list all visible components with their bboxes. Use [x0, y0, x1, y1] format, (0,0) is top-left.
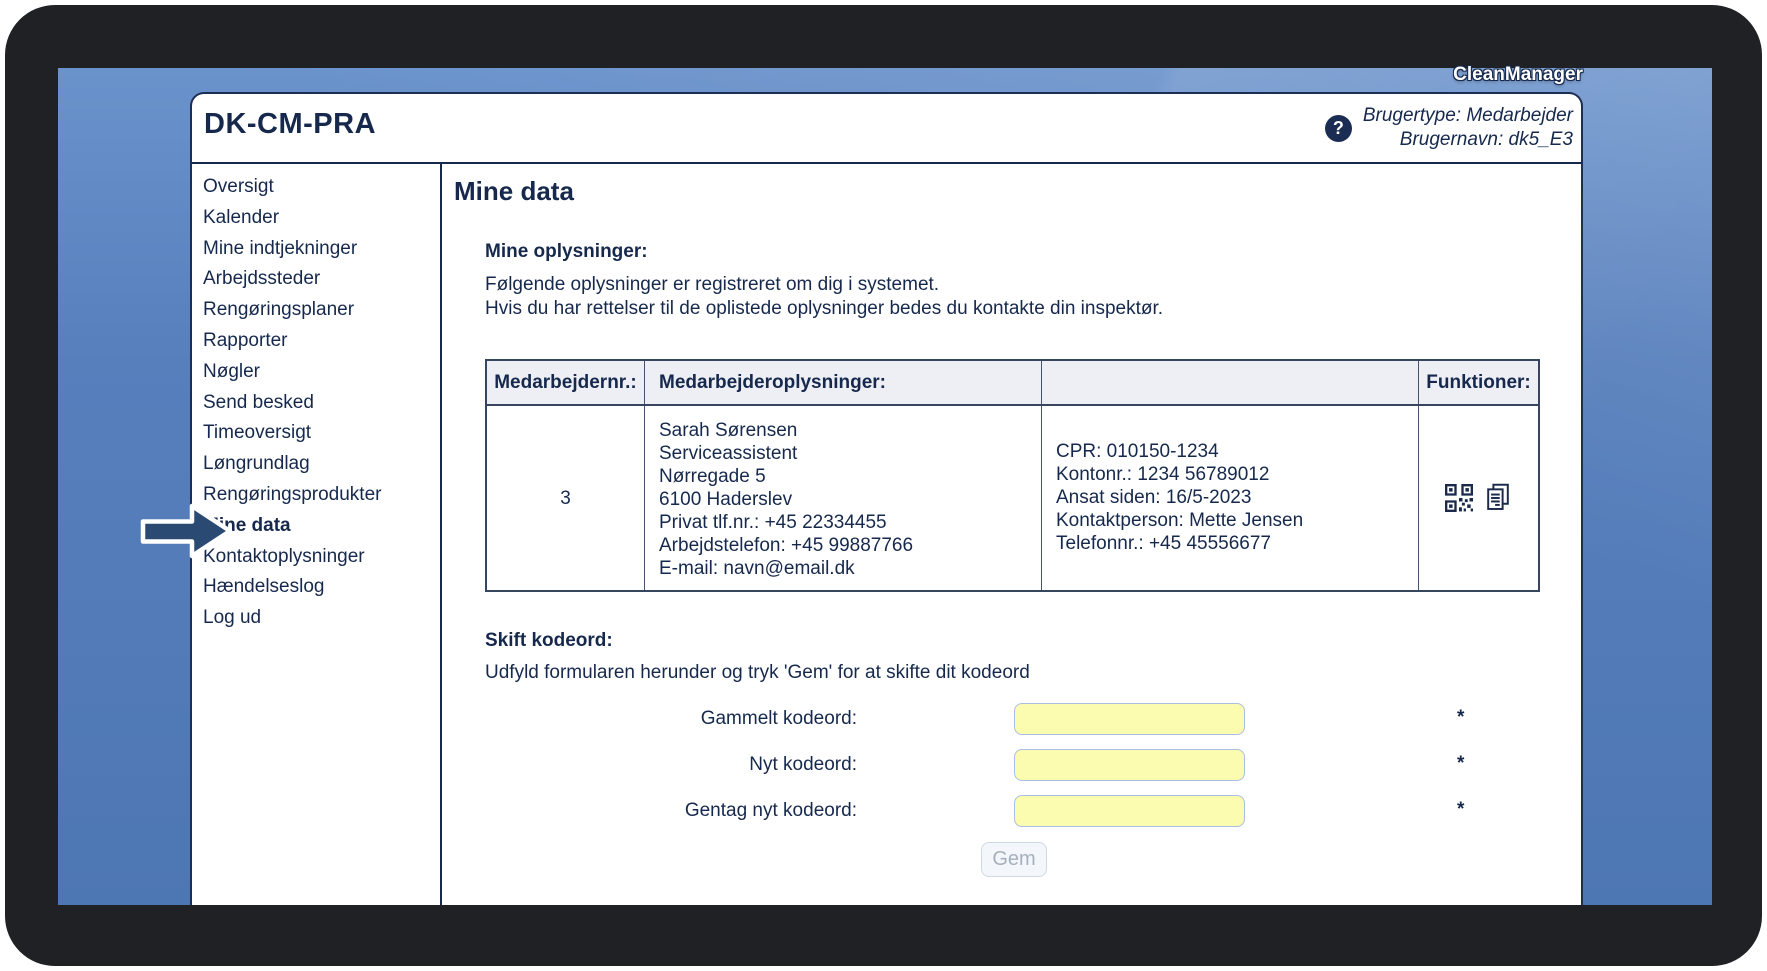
required-marker: * [1457, 799, 1465, 820]
header-funktioner: Funktioner: [1418, 361, 1538, 404]
employee-table: Medarbejdernr.: Medarbejderoplysninger: … [485, 359, 1540, 592]
sidebar-item-kontaktoplysninger[interactable]: Kontaktoplysninger [203, 542, 436, 573]
new-password-input[interactable] [1014, 749, 1245, 781]
app-window: DK-CM-PRA ? Brugertype: Medarbejder Brug… [190, 92, 1583, 905]
table-row: 3 Sarah Sørensen Serviceassistent Nørreg… [487, 406, 1538, 590]
employee-details: Sarah Sørensen Serviceassistent Nørregad… [644, 406, 1041, 590]
user-name-label: Brugernavn: dk5_E3 [1399, 129, 1573, 150]
repeat-password-input[interactable] [1014, 795, 1245, 827]
sidebar-item-log-ud[interactable]: Log ud [203, 603, 436, 634]
password-instruction: Udfyld formularen herunder og tryk 'Gem'… [485, 662, 1030, 683]
employee-number: 3 [560, 487, 571, 509]
pointer-arrow-icon [140, 503, 233, 559]
user-info-block: ? Brugertype: Medarbejder Brugernavn: dk… [1324, 102, 1573, 154]
header-empty [1041, 361, 1418, 404]
help-icon[interactable]: ? [1324, 114, 1352, 142]
detail-name: Sarah Sørensen [659, 420, 798, 441]
required-marker: * [1457, 707, 1465, 728]
extra-phone: Telefonnr.: +45 45556677 [1056, 533, 1271, 554]
extra-employed-since: Ansat siden: 16/5-2023 [1056, 487, 1252, 508]
header-medarbejderoplysninger: Medarbejderoplysninger: [644, 361, 1041, 404]
page-title: Mine data [454, 176, 574, 206]
extra-account: Kontonr.: 1234 56789012 [1056, 464, 1270, 485]
sidebar-item-mine-data[interactable]: Mine data [203, 511, 436, 542]
screenshot-stage: CleanManager DK-CM-PRA ? Brugertype: Med… [0, 0, 1767, 971]
sidebar-item-mine-indtjekninger[interactable]: Mine indtjekninger [203, 234, 436, 265]
employee-functions [1418, 406, 1538, 590]
detail-email: E-mail: navn@email.dk [659, 558, 855, 579]
qr-code-icon[interactable] [1444, 483, 1474, 513]
detail-private-phone: Privat tlf.nr.: +45 22334455 [659, 512, 887, 533]
detail-title: Serviceassistent [659, 443, 798, 464]
sidebar-item-haendelseslog[interactable]: Hændelseslog [203, 572, 436, 603]
sidebar-menu: Oversigt Kalender Mine indtjekninger Arb… [203, 172, 436, 634]
document-copy-icon[interactable] [1483, 483, 1513, 513]
new-password-label: Nyt kodeord: [749, 754, 857, 775]
window-title: DK-CM-PRA [204, 108, 377, 140]
sidebar-item-oversigt[interactable]: Oversigt [203, 172, 436, 203]
repeat-password-label: Gentag nyt kodeord: [684, 800, 857, 821]
sidebar-item-nogler[interactable]: Nøgler [203, 357, 436, 388]
sidebar-item-rengoringsprodukter[interactable]: Rengøringsprodukter [203, 480, 436, 511]
user-type-label: Brugertype: Medarbejder [1362, 105, 1573, 126]
detail-city: 6100 Haderslev [659, 489, 793, 510]
sidebar-item-send-besked[interactable]: Send besked [203, 388, 436, 419]
table-header-row: Medarbejdernr.: Medarbejderoplysninger: … [487, 361, 1538, 406]
old-password-input[interactable] [1014, 703, 1245, 735]
sidebar-item-arbejdssteder[interactable]: Arbejdssteder [203, 264, 436, 295]
info-line-2: Hvis du har rettelser til de oplistede o… [485, 298, 1164, 319]
header-medarbejdernr: Medarbejdernr.: [494, 371, 637, 393]
detail-work-phone: Arbejdstelefon: +45 99887766 [659, 535, 914, 556]
detail-street: Nørregade 5 [659, 466, 766, 487]
sidebar-item-rengoringsplaner[interactable]: Rengøringsplaner [203, 295, 436, 326]
extra-cpr: CPR: 010150-1234 [1056, 441, 1219, 462]
user-info-lines: Brugertype: Medarbejder Brugernavn: dk5_… [1363, 104, 1573, 152]
brand-label: CleanManager [1453, 64, 1583, 85]
form-row-new-password: Nyt kodeord: * [485, 749, 1485, 781]
window-header: DK-CM-PRA ? Brugertype: Medarbejder Brug… [192, 94, 1581, 164]
sidebar-item-longrundlag[interactable]: Løngrundlag [203, 449, 436, 480]
form-row-repeat-password: Gentag nyt kodeord: * [485, 795, 1485, 827]
form-row-old-password: Gammelt kodeord: * [485, 703, 1485, 735]
employee-extra: CPR: 010150-1234 Kontonr.: 1234 56789012… [1041, 406, 1418, 590]
sidebar-item-kalender[interactable]: Kalender [203, 203, 436, 234]
password-section-heading: Skift kodeord: [485, 630, 613, 651]
extra-contact-person: Kontaktperson: Mette Jensen [1056, 510, 1304, 531]
info-section-heading: Mine oplysninger: [485, 241, 648, 262]
save-button[interactable]: Gem [981, 842, 1047, 877]
required-marker: * [1457, 753, 1465, 774]
sidebar-item-timeoversigt[interactable]: Timeoversigt [203, 418, 436, 449]
info-line-1: Følgende oplysninger er registreret om d… [485, 274, 940, 295]
sidebar-item-rapporter[interactable]: Rapporter [203, 326, 436, 357]
old-password-label: Gammelt kodeord: [700, 708, 857, 729]
